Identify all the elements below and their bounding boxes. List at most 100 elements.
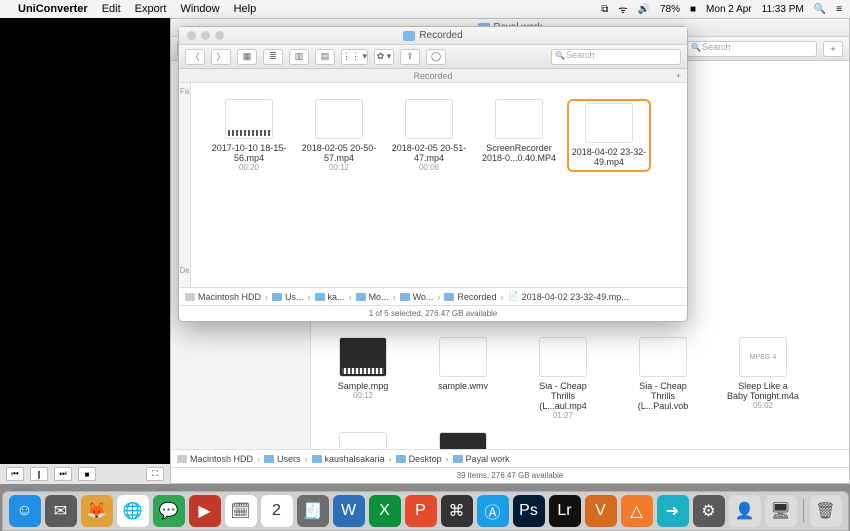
finder-fg-content-area[interactable]: 2017-10-10 18-15-56.mp400:202018-02-05 2…: [191, 83, 687, 287]
notification-center-icon[interactable]: ≡: [836, 4, 842, 15]
path-label: Desktop: [409, 454, 442, 464]
file-thumb-icon: MPEG 4: [739, 337, 787, 377]
dock-app-icon[interactable]: P: [405, 495, 437, 527]
file-item[interactable]: Sia - Cheap Thrills (L...aul.mp401:27: [527, 337, 599, 420]
dock-app-icon[interactable]: ⚙: [693, 495, 725, 527]
path-segment[interactable]: Payal work: [453, 454, 510, 464]
view-icons-button[interactable]: ▦: [237, 49, 257, 65]
play-pause-button[interactable]: ∥: [30, 467, 48, 481]
file-item[interactable]: sample.wmv: [427, 337, 499, 420]
path-segment[interactable]: Mo...: [356, 292, 389, 302]
path-label: Payal work: [466, 454, 510, 464]
tags-button[interactable]: ◯: [426, 49, 446, 65]
share-button[interactable]: ⇪: [400, 49, 420, 65]
add-tab-button[interactable]: +: [823, 41, 843, 57]
path-segment[interactable]: Macintosh HDD: [185, 292, 261, 302]
dock-app-icon[interactable]: V: [585, 495, 617, 527]
prev-button[interactable]: ⏮: [6, 467, 24, 481]
action-button[interactable]: ✿ ▾: [374, 49, 394, 65]
file-name: Sample.mpg: [327, 381, 399, 391]
file-duration: 01:27: [527, 411, 599, 420]
volume-icon[interactable]: 🔊: [638, 4, 650, 15]
finder-fg-search-input[interactable]: Search: [551, 49, 681, 65]
path-segment[interactable]: Wo...: [400, 292, 434, 302]
menubar-date[interactable]: Mon 2 Apr: [706, 4, 752, 15]
dock-app-icon[interactable]: 🗓: [225, 495, 257, 527]
spotlight-icon[interactable]: 🔍: [814, 4, 826, 15]
trash-icon[interactable]: 🗑: [810, 495, 842, 527]
dock-app-icon[interactable]: 🦊: [81, 495, 113, 527]
dock-app-icon[interactable]: 🧾: [297, 495, 329, 527]
dock-app-icon[interactable]: Ⓐ: [477, 495, 509, 527]
dock-app-icon[interactable]: 👤: [729, 495, 761, 527]
dock-app-icon[interactable]: ⌘: [441, 495, 473, 527]
path-segment[interactable]: Users: [264, 454, 301, 464]
dock-app-icon[interactable]: ▶: [189, 495, 221, 527]
file-name: 2018-02-05 20-50-57.mp4: [297, 143, 381, 163]
path-segment[interactable]: Recorded: [444, 292, 496, 302]
menu-window[interactable]: Window: [180, 3, 219, 15]
dock-app-icon[interactable]: △: [621, 495, 653, 527]
dock-app-icon[interactable]: ☺: [9, 495, 41, 527]
path-separator-icon: ›: [500, 292, 503, 302]
view-gallery-button[interactable]: ▤: [315, 49, 335, 65]
tab-recorded[interactable]: Recorded: [413, 71, 452, 81]
file-item[interactable]: Welcome Video Sample.mov00:28: [427, 432, 499, 449]
forward-button[interactable]: 〉: [211, 49, 231, 65]
dropbox-icon[interactable]: ⧉: [601, 4, 608, 15]
path-label: ka...: [328, 292, 345, 302]
window-traffic-lights[interactable]: [187, 31, 224, 40]
dock-app-icon[interactable]: ✉: [45, 495, 77, 527]
dock-app-icon[interactable]: Ps: [513, 495, 545, 527]
view-list-button[interactable]: ≣: [263, 49, 283, 65]
view-columns-button[interactable]: ▥: [289, 49, 309, 65]
dock-app-icon[interactable]: 2: [261, 495, 293, 527]
stop-button[interactable]: ■: [78, 467, 96, 481]
dock-app-icon[interactable]: ➜: [657, 495, 689, 527]
file-item[interactable]: 2018-02-05 20-51-47.mp400:06: [387, 99, 471, 172]
battery-icon[interactable]: ■: [690, 4, 696, 15]
file-thumb-icon: [439, 337, 487, 377]
path-separator-icon: ›: [393, 292, 396, 302]
wifi-icon[interactable]: ᯤ: [618, 2, 627, 16]
hdd-icon: [185, 293, 195, 301]
sidebar-peek: Fa De: [179, 83, 191, 287]
file-item-selected[interactable]: 2018-04-02 23-32-49.mp4: [567, 99, 651, 172]
dock-app-icon[interactable]: Lr: [549, 495, 581, 527]
menu-export[interactable]: Export: [135, 3, 167, 15]
file-item[interactable]: Welcome Video Sample.mkv: [327, 432, 399, 449]
folder-icon: [312, 455, 322, 463]
file-item[interactable]: 2018-02-05 20-50-57.mp400:12: [297, 99, 381, 172]
folder-icon: [315, 293, 325, 301]
dock-app-icon[interactable]: 💬: [153, 495, 185, 527]
path-segment[interactable]: kaushalsakaria: [312, 454, 385, 464]
app-name[interactable]: UniConverter: [18, 3, 88, 15]
finder-fg-titlebar[interactable]: Recorded: [179, 27, 687, 45]
path-segment[interactable]: Macintosh HDD: [177, 454, 253, 464]
file-item[interactable]: 2017-10-10 18-15-56.mp400:20: [207, 99, 291, 172]
dock-app-icon[interactable]: W: [333, 495, 365, 527]
file-thumb-icon: [339, 432, 387, 449]
new-tab-button[interactable]: +: [676, 69, 681, 83]
dock-app-icon[interactable]: 🖥: [765, 495, 797, 527]
menubar-time[interactable]: 11:33 PM: [762, 4, 804, 15]
path-segment[interactable]: ka...: [315, 292, 345, 302]
folder-icon: [272, 293, 282, 301]
file-item[interactable]: Sample.mpg00:12: [327, 337, 399, 420]
dock-app-icon[interactable]: X: [369, 495, 401, 527]
path-segment[interactable]: Desktop: [396, 454, 442, 464]
back-button[interactable]: 〈: [185, 49, 205, 65]
path-segment[interactable]: 📄2018-04-02 23-32-49.mp...: [507, 291, 628, 302]
file-item[interactable]: Sia - Cheap Thrills (L...Paul.vob: [627, 337, 699, 420]
arrange-button[interactable]: ⋮⋮ ▾: [341, 49, 368, 65]
menu-help[interactable]: Help: [234, 3, 257, 15]
dock-app-icon[interactable]: 🌐: [117, 495, 149, 527]
file-item[interactable]: ScreenRecorder 2018-0...0.40.MP4: [477, 99, 561, 172]
next-button[interactable]: ⏭: [54, 467, 72, 481]
file-item[interactable]: MPEG 4Sleep Like a Baby Tonight.m4a05:02: [727, 337, 799, 420]
finder-search-input[interactable]: Search: [687, 41, 817, 57]
path-segment[interactable]: Us...: [272, 292, 304, 302]
menu-edit[interactable]: Edit: [102, 3, 121, 15]
fullscreen-button[interactable]: ⛶: [146, 467, 164, 481]
file-duration: 00:12: [327, 391, 399, 400]
